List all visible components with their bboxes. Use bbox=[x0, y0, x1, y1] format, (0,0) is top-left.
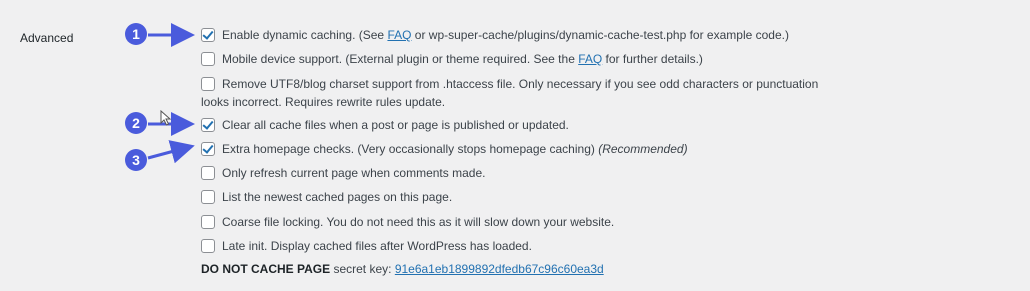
checkbox-list-newest[interactable] bbox=[201, 190, 215, 204]
option-late-init[interactable]: Late init. Display cached files after Wo… bbox=[201, 237, 532, 255]
annotation-marker-2: 2 bbox=[125, 112, 195, 136]
option-mobile-support[interactable]: Mobile device support. (External plugin … bbox=[201, 50, 703, 68]
option-homepage-checks[interactable]: Extra homepage checks. (Very occasionall… bbox=[201, 140, 688, 158]
secret-key-link[interactable]: 91e6a1eb1899892dfedb67c96c60ea3d bbox=[395, 262, 604, 276]
faq-link[interactable]: FAQ bbox=[387, 28, 411, 42]
checkbox-late-init[interactable] bbox=[201, 239, 215, 253]
mouse-cursor-icon bbox=[160, 110, 172, 126]
marker-3-label: 3 bbox=[132, 152, 140, 168]
checkbox-refresh-comments[interactable] bbox=[201, 166, 215, 180]
annotation-marker-1: 1 bbox=[125, 23, 195, 47]
checkbox-coarse-locking[interactable] bbox=[201, 215, 215, 229]
secret-key-label: DO NOT CACHE PAGE bbox=[201, 262, 331, 276]
option-clear-cache-label: Clear all cache files when a post or pag… bbox=[222, 118, 569, 132]
checkbox-clear-cache[interactable] bbox=[201, 118, 215, 132]
option-remove-utf8-label: Remove UTF8/blog charset support from .h… bbox=[201, 77, 819, 109]
option-late-init-label: Late init. Display cached files after Wo… bbox=[222, 239, 532, 253]
marker-2-label: 2 bbox=[132, 115, 140, 131]
checkbox-homepage-checks[interactable] bbox=[201, 142, 215, 156]
option-homepage-checks-label: Extra homepage checks. (Very occasionall… bbox=[222, 142, 688, 156]
faq-link-mobile[interactable]: FAQ bbox=[578, 52, 602, 66]
checkbox-mobile-support[interactable] bbox=[201, 52, 215, 66]
option-refresh-comments-label: Only refresh current page when comments … bbox=[222, 166, 486, 180]
section-label-advanced: Advanced bbox=[20, 31, 74, 45]
recommended-note: (Recommended) bbox=[598, 142, 688, 156]
annotation-marker-3: 3 bbox=[125, 140, 195, 171]
option-coarse-locking[interactable]: Coarse file locking. You do not need thi… bbox=[201, 213, 614, 231]
option-list-newest-label: List the newest cached pages on this pag… bbox=[222, 190, 453, 204]
marker-1-label: 1 bbox=[132, 26, 140, 42]
option-clear-cache[interactable]: Clear all cache files when a post or pag… bbox=[201, 116, 569, 134]
option-refresh-comments[interactable]: Only refresh current page when comments … bbox=[201, 164, 485, 182]
checkbox-dynamic-caching[interactable] bbox=[201, 28, 215, 42]
option-dynamic-caching-label: Enable dynamic caching. (See FAQ or wp-s… bbox=[222, 28, 789, 42]
secret-key-line: DO NOT CACHE PAGE secret key: 91e6a1eb18… bbox=[201, 262, 604, 276]
option-coarse-locking-label: Coarse file locking. You do not need thi… bbox=[222, 215, 615, 229]
option-dynamic-caching[interactable]: Enable dynamic caching. (See FAQ or wp-s… bbox=[201, 26, 789, 44]
option-list-newest[interactable]: List the newest cached pages on this pag… bbox=[201, 188, 452, 206]
checkbox-remove-utf8[interactable] bbox=[201, 77, 215, 91]
option-remove-utf8[interactable]: Remove UTF8/blog charset support from .h… bbox=[201, 75, 831, 111]
option-mobile-support-label: Mobile device support. (External plugin … bbox=[222, 52, 703, 66]
